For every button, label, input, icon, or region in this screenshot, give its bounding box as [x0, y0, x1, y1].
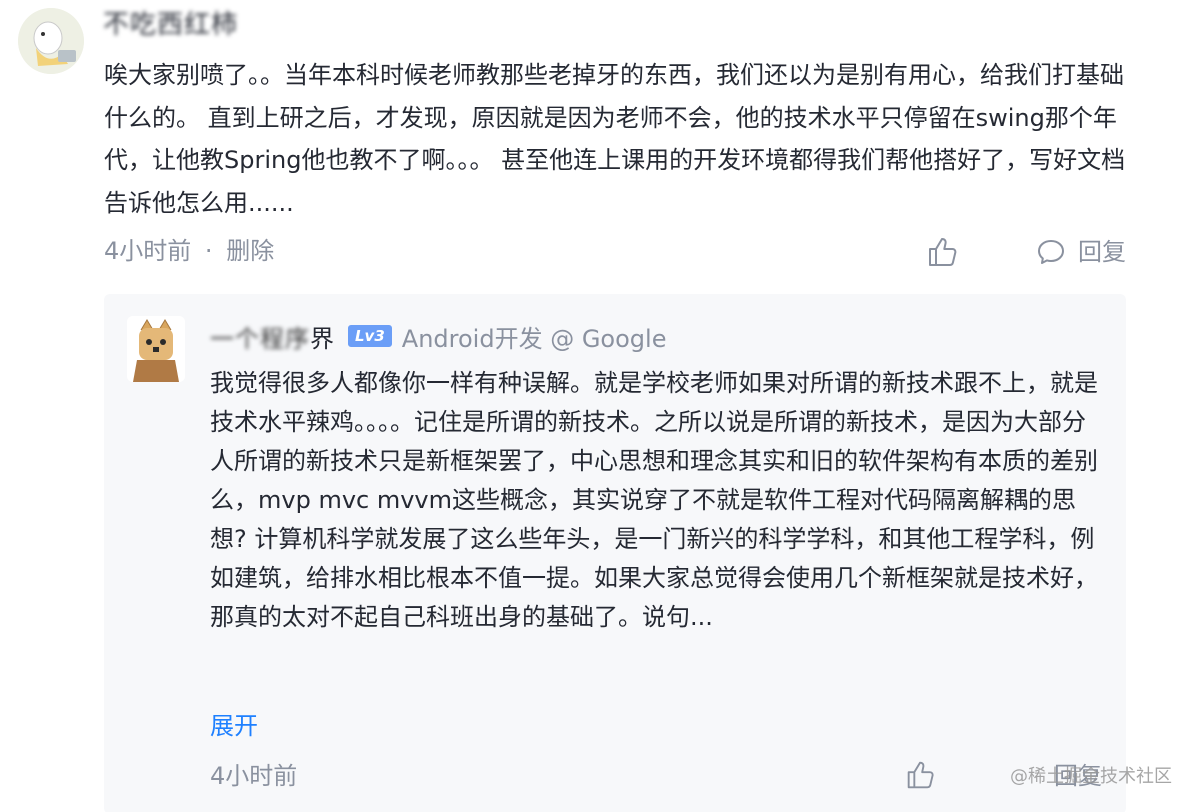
- level-badge: Lv3: [348, 325, 392, 347]
- reply-text: 我觉得很多人都像你一样有种误解。就是学校老师如果对所谓的新技术跟不上，就是技术水…: [210, 369, 1098, 631]
- reply-author-row: 一个程序 界 Lv3 Android开发 @ Google: [210, 318, 666, 354]
- comment-bubble-icon: [1038, 240, 1064, 264]
- thumbs-up-icon: [929, 238, 957, 266]
- reply-username-tail[interactable]: 界: [310, 319, 334, 354]
- comment-username[interactable]: 不吃西红柿: [103, 10, 238, 40]
- reply-button[interactable]: 回复: [1036, 234, 1126, 270]
- like-button[interactable]: [924, 234, 960, 270]
- meta-separator: ·: [204, 237, 213, 265]
- reply-avatar[interactable]: [127, 316, 185, 382]
- comment-meta: 4小时前 · 删除: [104, 233, 274, 269]
- thumbs-up-icon: [907, 761, 934, 789]
- watermark: @稀土掘金技术社区: [1010, 764, 1172, 790]
- reply-username[interactable]: 一个程序: [210, 319, 310, 354]
- reply-avatar-image: [127, 316, 185, 382]
- reply-like-button[interactable]: [903, 758, 937, 792]
- avatar[interactable]: [18, 8, 84, 74]
- comment-text: 唉大家别喷了。。当年本科时候老师教那些老掉牙的东西，我们还以为是别有用心，给我们…: [104, 61, 1126, 217]
- delete-button[interactable]: 删除: [226, 237, 274, 265]
- reply-label: 回复: [1078, 238, 1126, 266]
- comment-time: 4小时前: [104, 237, 192, 265]
- reply-job-title: Android开发 @ Google: [401, 324, 667, 353]
- watermark-text: @稀土掘金技术社区: [1010, 766, 1172, 787]
- reply-time: 4小时前: [210, 762, 298, 790]
- expand-link[interactable]: 展开: [210, 708, 258, 744]
- avatar-image: [18, 8, 84, 74]
